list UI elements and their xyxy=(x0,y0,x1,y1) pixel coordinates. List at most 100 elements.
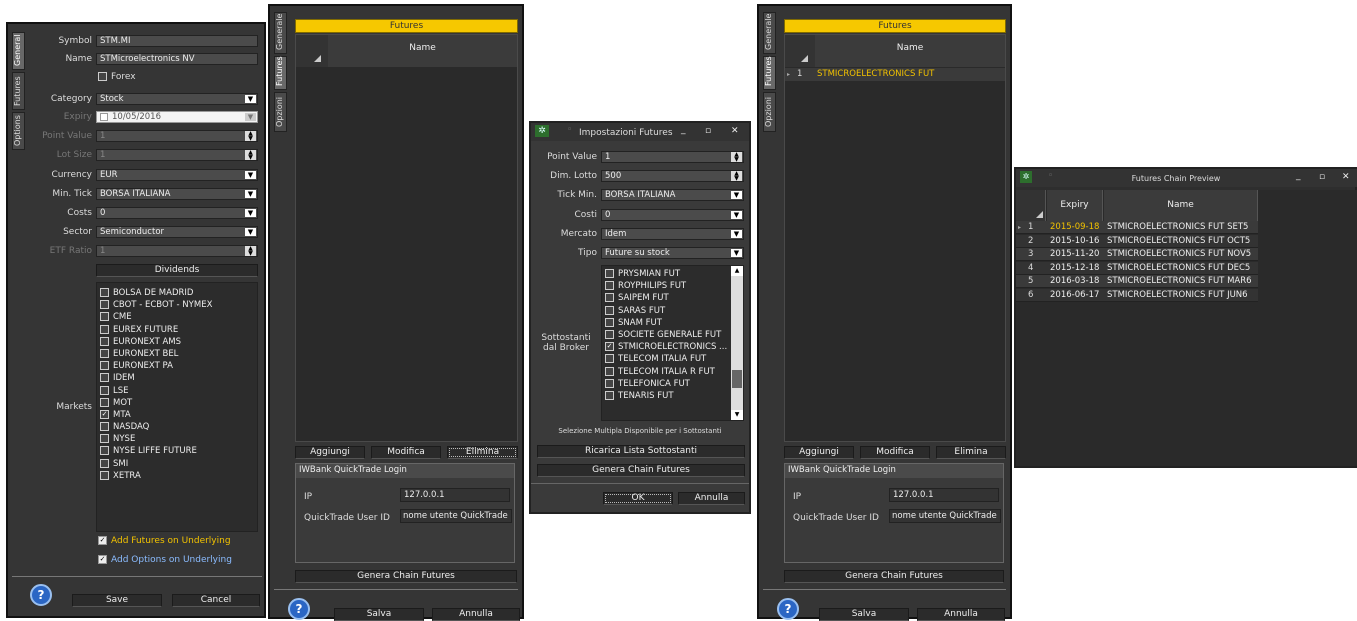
list-item[interactable]: SNAM FUT xyxy=(602,317,729,329)
user-id-field[interactable]: nome utente QuickTrade xyxy=(889,509,1001,523)
unchecked-box-icon[interactable] xyxy=(100,373,109,383)
list-item[interactable]: TELECOM ITALIA R FUT xyxy=(602,366,729,378)
category-select[interactable]: Stock ▼ xyxy=(96,93,258,105)
unchecked-box-icon[interactable] xyxy=(605,317,614,327)
dividends-button[interactable]: Dividends xyxy=(96,264,258,277)
expiry-check-box[interactable] xyxy=(100,112,108,121)
unchecked-box-icon[interactable] xyxy=(605,378,614,388)
underlying-list[interactable]: PRYSMIAN FUT ROYPHILIPS FUT SAIPEM FUT SARA… xyxy=(601,265,744,421)
unchecked-box-icon[interactable] xyxy=(100,300,109,310)
list-item[interactable]: CME xyxy=(97,311,257,323)
pin-icon[interactable]: ◦ xyxy=(567,125,572,135)
help-icon[interactable]: ? xyxy=(288,598,310,620)
tab-futures[interactable]: Futures xyxy=(12,72,25,110)
generate-chain-button[interactable]: Genera Chain Futures xyxy=(537,464,745,477)
tab-generale[interactable]: Generale xyxy=(274,12,287,54)
col-expiry-header[interactable]: Expiry xyxy=(1047,190,1103,221)
list-item[interactable]: ✓ MTA xyxy=(97,409,257,421)
scroll-down-icon[interactable]: ▼ xyxy=(731,410,743,420)
list-item[interactable]: TELECOM ITALIA FUT xyxy=(602,353,729,365)
save-button[interactable]: Salva xyxy=(334,608,424,621)
list-item[interactable]: TELEFONICA FUT xyxy=(602,378,729,390)
list-item[interactable]: SMI xyxy=(97,458,257,470)
list-item[interactable]: ROYPHILIPS FUT xyxy=(602,280,729,292)
unchecked-box-icon[interactable] xyxy=(605,269,614,278)
list-item[interactable]: NASDAQ xyxy=(97,421,257,433)
list-scrollbar[interactable]: ▲ ▼ xyxy=(731,266,743,420)
table-row[interactable]: 6 2016-06-17 STMICROELECTRONICS FUT JUN6 xyxy=(1016,288,1258,302)
list-item[interactable]: SAIPEM FUT xyxy=(602,292,729,304)
reload-underlying-button[interactable]: Ricarica Lista Sottostanti xyxy=(537,445,745,458)
list-item[interactable]: EURONEXT BEL xyxy=(97,348,257,360)
unchecked-box-icon[interactable] xyxy=(605,390,614,400)
add-button[interactable]: Aggiungi xyxy=(784,446,854,459)
tab-general[interactable]: General xyxy=(12,32,25,70)
scroll-up-icon[interactable]: ▲ xyxy=(731,266,743,276)
futures-grid[interactable]: Name xyxy=(295,34,518,442)
min-tick-select[interactable]: BORSA ITALIANA ▼ xyxy=(96,188,258,200)
unchecked-box-icon[interactable] xyxy=(100,324,109,334)
futures-grid[interactable]: Name ▸ 1 STMICROELECTRONICS FUT xyxy=(784,34,1006,442)
pin-icon[interactable]: ◦ xyxy=(1048,171,1053,181)
table-row[interactable]: 2 2015-10-16 STMICROELECTRONICS FUT OCT5 xyxy=(1016,234,1258,248)
generate-chain-button[interactable]: Genera Chain Futures xyxy=(295,570,517,583)
cancel-button[interactable]: Annulla xyxy=(917,608,1005,621)
save-button[interactable]: Salva xyxy=(819,608,909,621)
list-item[interactable]: LSE xyxy=(97,385,257,397)
list-item[interactable]: EURONEXT AMS xyxy=(97,336,257,348)
delete-button[interactable]: Elimina xyxy=(936,446,1006,459)
table-row[interactable]: 5 2016-03-18 STMICROELECTRONICS FUT MAR6 xyxy=(1016,275,1258,288)
point-value-stepper[interactable]: 1 ▲ ▼ xyxy=(96,130,258,142)
save-button[interactable]: Save xyxy=(72,594,162,607)
unchecked-box-icon[interactable] xyxy=(100,312,109,322)
list-item[interactable]: EUREX FUTURE xyxy=(97,324,257,336)
unchecked-box-icon[interactable] xyxy=(100,458,109,468)
tab-options[interactable]: Options xyxy=(12,112,25,150)
minimize-icon[interactable]: _ xyxy=(1296,171,1301,181)
lot-size-stepper[interactable]: 500 ▲ ▼ xyxy=(601,170,744,182)
list-item[interactable]: XETRA xyxy=(97,470,257,482)
expiry-datepicker[interactable]: 10/05/2016 ▼ xyxy=(96,111,258,123)
unchecked-box-icon[interactable] xyxy=(100,288,109,297)
list-item[interactable]: SOCIETE GENERALE FUT xyxy=(602,329,729,341)
unchecked-box-icon[interactable] xyxy=(605,354,614,364)
costs-select[interactable]: 0 ▼ xyxy=(96,207,258,219)
list-item[interactable]: PRYSMIAN FUT xyxy=(602,268,729,280)
ip-field[interactable]: 127.0.0.1 xyxy=(889,488,999,502)
list-item[interactable]: EURONEXT PA xyxy=(97,360,257,372)
table-row[interactable]: 1 2015-09-18 STMICROELECTRONICS FUT SET5 ▸ xyxy=(1016,221,1258,234)
sector-select[interactable]: Semiconductor ▼ xyxy=(96,226,258,238)
add-button[interactable]: Aggiungi xyxy=(295,446,365,459)
help-icon[interactable]: ? xyxy=(777,598,799,620)
lot-size-stepper[interactable]: 1 ▲ ▼ xyxy=(96,149,258,161)
list-item[interactable]: BOLSA DE MADRID xyxy=(97,287,257,299)
table-row[interactable]: 4 2015-12-18 STMICROELECTRONICS FUT DEC5 xyxy=(1016,261,1258,275)
table-row[interactable]: 3 2015-11-20 STMICROELECTRONICS FUT NOV5 xyxy=(1016,248,1258,261)
tab-generale[interactable]: Generale xyxy=(763,12,776,54)
costs-select[interactable]: 0 ▼ xyxy=(601,209,744,221)
forex-checkbox[interactable]: Forex xyxy=(98,72,136,82)
col-name-header[interactable]: Name xyxy=(1104,190,1258,221)
cancel-button[interactable]: Cancel xyxy=(172,594,260,607)
unchecked-box-icon[interactable] xyxy=(605,305,614,315)
cancel-button[interactable]: Annulla xyxy=(432,608,520,621)
unchecked-box-icon[interactable] xyxy=(100,385,109,395)
list-item[interactable]: MOT xyxy=(97,397,257,409)
add-futures-checkbox[interactable]: ✓ Add Futures on Underlying xyxy=(98,536,231,546)
ok-button[interactable]: OK xyxy=(603,492,673,505)
list-item[interactable]: NYSE xyxy=(97,433,257,445)
unchecked-box-icon[interactable] xyxy=(100,361,109,371)
tab-opzioni[interactable]: Opzioni xyxy=(763,92,776,132)
preview-grid[interactable]: Expiry Name 1 2015-09-18 STMICROELECTRONIC… xyxy=(1016,190,1357,466)
cancel-button[interactable]: Annulla xyxy=(678,492,745,505)
unchecked-box-icon[interactable] xyxy=(100,422,109,432)
minimize-icon[interactable]: _ xyxy=(681,125,686,135)
col-name-header[interactable]: Name xyxy=(815,35,1005,67)
unchecked-box-icon[interactable] xyxy=(100,397,109,407)
unchecked-box-icon[interactable] xyxy=(100,348,109,358)
symbol-field[interactable]: STM.MI xyxy=(96,35,258,47)
name-field[interactable]: STMicroelectronics NV xyxy=(96,53,258,65)
check-icon[interactable]: ✓ xyxy=(605,342,614,352)
etf-ratio-stepper[interactable]: 1 ▲ ▼ xyxy=(96,245,258,257)
list-item[interactable]: NYSE LIFFE FUTURE xyxy=(97,445,257,457)
